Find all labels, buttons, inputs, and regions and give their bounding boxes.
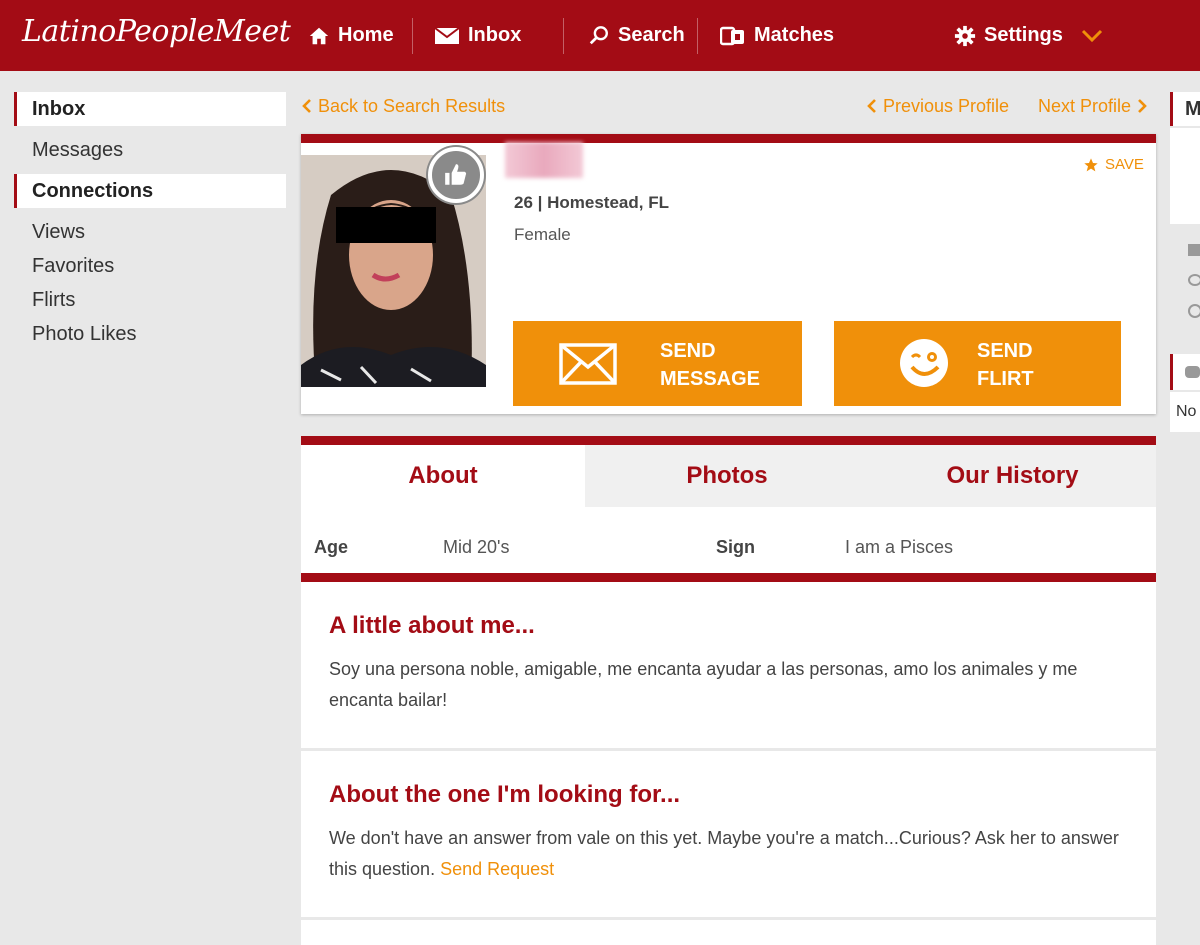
section-divider <box>301 573 1156 582</box>
nav-matches-label: Matches <box>754 24 835 46</box>
sidebar-item-flirts[interactable]: Flirts <box>14 283 286 317</box>
age-location: 26 | Homestead, FL <box>514 193 669 212</box>
previous-label: Previous Profile <box>883 95 1010 116</box>
tab-photos[interactable]: Photos <box>585 445 869 507</box>
wink-face-icon <box>900 339 948 387</box>
right-column-avatar <box>1170 128 1200 224</box>
send-message-button[interactable]: SEND MESSAGE <box>513 321 802 406</box>
right-column-chat-head <box>1170 354 1200 390</box>
gear-icon <box>954 25 976 46</box>
looking-for-section: About the one I'm looking for... We don'… <box>301 751 1156 917</box>
about-me-section: A little about me... Soy una persona nob… <box>301 582 1156 748</box>
looking-for-title: About the one I'm looking for... <box>329 781 681 808</box>
photo-like-button[interactable] <box>428 147 484 203</box>
save-label: SAVE <box>1105 156 1144 173</box>
right-column-icons <box>1170 244 1200 318</box>
blurred-username <box>505 142 583 178</box>
nav-search[interactable]: Search <box>588 0 685 71</box>
sidebar-item-photo-likes[interactable]: Photo Likes <box>14 317 286 351</box>
envelope-icon <box>434 26 460 44</box>
send-message-line2: MESSAGE <box>660 368 761 390</box>
sidebar-head-connections[interactable]: Connections <box>14 174 286 208</box>
nav-home-label: Home <box>338 24 394 46</box>
nav-matches[interactable]: Matches <box>720 0 834 71</box>
right-column-head: M <box>1170 92 1200 126</box>
gender: Female <box>514 225 571 244</box>
send-request-link[interactable]: Send Request <box>440 859 554 879</box>
tab-about[interactable]: About <box>301 445 585 507</box>
envelope-icon <box>559 343 617 385</box>
send-flirt-line2: FLIRT <box>977 368 1034 390</box>
sidebar-head-inbox[interactable]: Inbox <box>14 92 286 126</box>
send-flirt-line1: SEND <box>977 340 1033 362</box>
envelope-icon[interactable] <box>1188 244 1200 256</box>
chevron-left-icon <box>867 99 876 113</box>
left-sidebar: Inbox Messages Connections Views Favorit… <box>14 92 286 351</box>
nav-settings-label: Settings <box>984 24 1063 46</box>
nav-inbox[interactable]: Inbox <box>434 0 521 71</box>
matches-icon <box>720 26 744 45</box>
send-flirt-button[interactable]: SEND FLIRT <box>834 321 1121 406</box>
next-label: Next Profile <box>1038 95 1132 116</box>
next-section-stub <box>301 920 1156 945</box>
about-me-title: A little about me... <box>329 612 535 639</box>
back-label: Back to Search Results <box>318 95 506 116</box>
star-icon <box>1084 157 1098 171</box>
home-icon <box>309 27 329 44</box>
send-message-line1: SEND <box>660 340 716 362</box>
profile-tabs-card: About Photos Our History Age Mid 20's Si… <box>301 436 1156 582</box>
looking-for-paragraph: We don't have an answer from vale on thi… <box>329 823 1128 885</box>
sidebar-item-messages[interactable]: Messages <box>14 133 286 167</box>
previous-profile-link[interactable]: Previous Profile <box>867 92 1009 120</box>
next-profile-link[interactable]: Next Profile <box>1038 92 1147 120</box>
sidebar-item-favorites[interactable]: Favorites <box>14 249 286 283</box>
age-label: Age <box>314 537 349 557</box>
eye-icon[interactable] <box>1188 274 1200 286</box>
right-column: M No <box>1170 92 1200 432</box>
wink-face-icon[interactable] <box>1188 304 1200 318</box>
nav-divider <box>563 18 564 54</box>
age-value: Mid 20's <box>443 537 510 557</box>
chevron-down-icon[interactable] <box>1081 29 1103 43</box>
nav-home[interactable]: Home <box>308 0 394 71</box>
tab-our-history[interactable]: Our History <box>869 445 1156 507</box>
save-profile-button[interactable]: SAVE <box>1083 156 1144 173</box>
search-icon <box>589 25 608 44</box>
about-me-text: Soy una persona noble, amigable, me enca… <box>329 659 1078 710</box>
nav-divider <box>697 18 698 54</box>
nav-inbox-label: Inbox <box>468 24 522 46</box>
nav-settings[interactable]: Settings <box>954 0 1103 71</box>
chat-bubble-icon <box>1185 366 1200 378</box>
top-nav: LatinoPeopleMeet Home Inbox Search Match… <box>0 0 1200 71</box>
thumbs-up-icon <box>445 164 467 185</box>
sidebar-item-views[interactable]: Views <box>14 215 286 249</box>
chevron-left-icon <box>302 99 311 113</box>
site-logo[interactable]: LatinoPeopleMeet <box>22 14 291 49</box>
back-to-results-link[interactable]: Back to Search Results <box>302 92 505 120</box>
nav-search-label: Search <box>618 24 685 46</box>
nav-divider <box>412 18 413 54</box>
sign-value: I am a Pisces <box>845 537 954 557</box>
sign-label: Sign <box>716 537 755 557</box>
right-column-no: No <box>1170 392 1200 432</box>
chevron-right-icon <box>1138 99 1147 113</box>
